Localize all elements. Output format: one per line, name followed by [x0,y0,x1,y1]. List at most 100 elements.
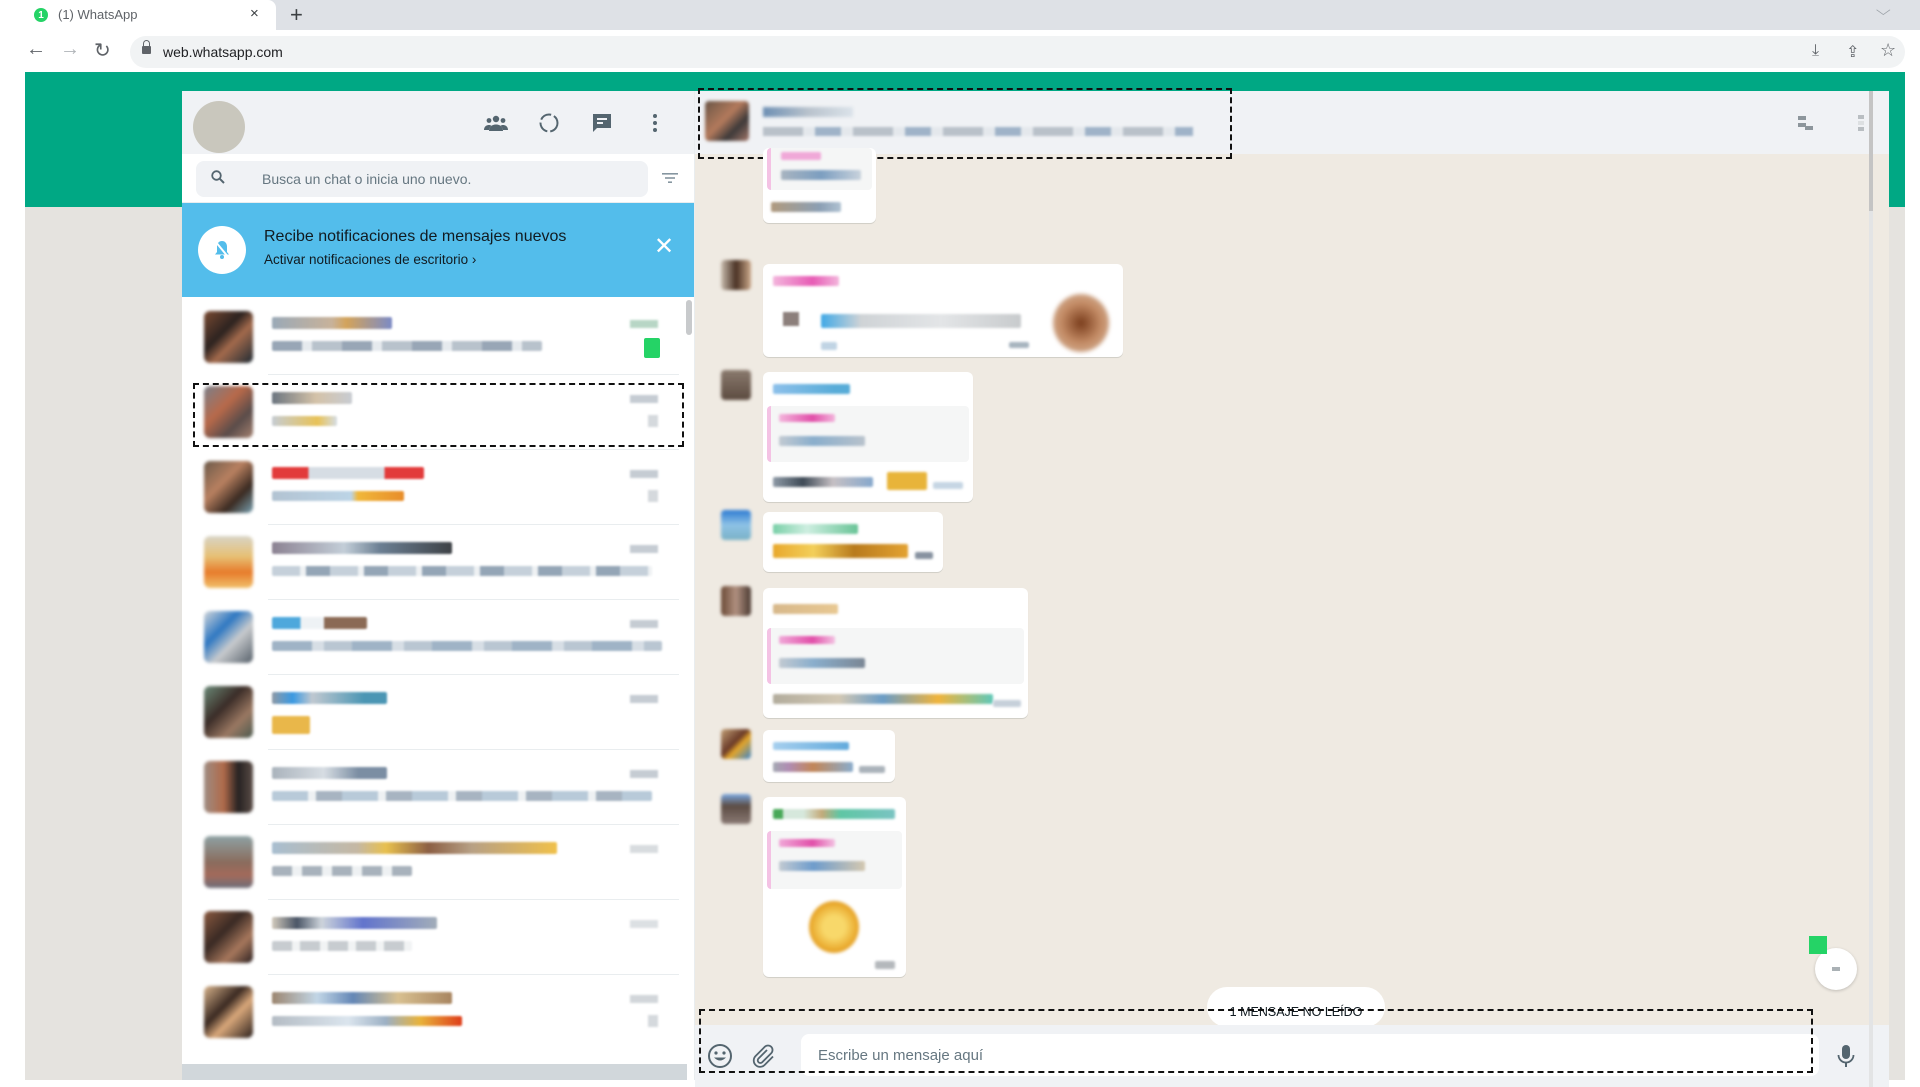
voice-sender-photo [1053,294,1109,352]
message-sender [773,742,849,750]
tab-close-icon[interactable]: × [250,5,259,22]
chat-avatar [204,911,253,963]
conversation-scrollbar-track[interactable] [1869,91,1873,1087]
search-messages-icon[interactable] [1795,111,1819,135]
chat-avatar [204,761,253,813]
chat-time [630,770,658,778]
chat-avatar [204,836,253,888]
attach-icon[interactable] [750,1043,776,1069]
chat-avatar [204,386,253,438]
whatsapp-favicon-icon: 1 [34,8,48,22]
forward-button[interactable]: → [60,38,80,61]
chat-list-item[interactable] [182,825,687,900]
sender-avatar [721,370,751,400]
back-button[interactable]: ← [26,38,46,61]
tab-title: (1) WhatsApp [58,7,138,22]
chat-list-item[interactable] [182,750,687,825]
sender-avatar [721,510,751,540]
chat-list-item[interactable] [182,600,687,675]
notification-title: Recibe notificaciones de mensajes nuevos [264,228,567,245]
sender-avatar [721,586,751,616]
voice-duration [821,342,837,350]
chat-name [272,392,352,404]
chat-list-item[interactable] [182,525,687,600]
status-icon[interactable] [535,109,563,137]
search-icon[interactable] [211,170,225,184]
microphone-icon[interactable] [1833,1043,1859,1069]
message-time [859,766,885,773]
header-green-band-right [1889,72,1905,207]
chat-avatar [204,986,253,1038]
chat-list-item[interactable] [182,375,687,450]
message-bubble[interactable] [763,512,943,572]
quoted-sender [779,636,835,644]
enable-desktop-notifications-link[interactable]: Activar notificaciones de escritorio › [264,252,476,267]
install-app-icon[interactable]: ⤓ [1812,42,1819,60]
share-icon[interactable]: ⇪ [1846,42,1859,62]
search-input[interactable] [262,163,632,195]
quoted-message [767,406,969,462]
message-time [1009,342,1029,348]
chat-avatar [204,611,253,663]
message-bubble[interactable] [763,797,906,977]
new-chat-icon[interactable] [588,109,616,137]
quoted-text [781,170,861,180]
message-bubble[interactable] [763,588,1028,718]
communities-icon[interactable] [482,109,510,137]
chat-list-item[interactable] [182,675,687,750]
message-sender [773,604,838,614]
chat-list-item[interactable] [182,300,687,375]
quoted-message [767,148,872,190]
message-sender [773,809,895,819]
contact-avatar[interactable] [705,101,749,141]
chat-name [272,917,437,929]
close-notification-icon[interactable]: ✕ [654,235,674,259]
tab-search-chevron-icon[interactable]: ⌵ [1876,2,1891,19]
chat-time [630,320,658,328]
sidebar-header [182,91,694,154]
chat-time [630,620,658,628]
scroll-unread-badge [1809,936,1827,954]
message-list [695,148,1889,1025]
voice-waveform[interactable] [821,314,1021,328]
quoted-sender [781,152,821,160]
message-sender [773,384,850,394]
unread-messages-indicator: 1 MENSAJE NO LEÍDO [1207,987,1385,1027]
message-bubble[interactable] [763,372,973,502]
reload-button[interactable]: ↻ [94,38,111,63]
chevron-down-icon [1832,967,1840,971]
filter-icon[interactable] [662,171,678,185]
voice-message-bubble[interactable] [763,264,1123,357]
chat-list-item[interactable] [182,450,687,525]
chat-list-item[interactable] [182,975,687,1045]
message-input[interactable] [801,1034,1819,1076]
chat-preview [272,941,412,951]
url-text[interactable]: web.whatsapp.com [163,44,283,60]
sticker-emoji[interactable] [809,901,859,953]
message-bubble[interactable] [763,730,895,782]
lock-icon [142,40,151,54]
conversation-header[interactable] [695,91,1889,154]
message-bubble[interactable] [763,148,876,223]
emoji-icon[interactable] [707,1043,733,1069]
conversation-scrollbar-thumb[interactable] [1869,91,1873,211]
chat-list-item[interactable] [182,900,687,975]
play-icon[interactable] [783,312,799,326]
browser-tab-whatsapp[interactable]: 1 (1) WhatsApp × [0,0,276,30]
chat-preview [272,791,652,801]
chat-preview [272,1016,462,1026]
message-sender [773,276,839,286]
contact-subtitle [763,127,1193,136]
message-text [773,544,908,558]
menu-icon[interactable] [641,109,669,137]
chat-preview [272,491,404,501]
chat-name [272,617,367,629]
bookmark-star-icon[interactable]: ☆ [1880,40,1896,61]
chat-status [648,415,658,427]
chat-name [272,542,452,554]
address-bar[interactable] [130,36,1905,68]
new-tab-button[interactable]: + [290,2,303,28]
profile-avatar[interactable] [193,101,245,153]
conversation-panel: 1 MENSAJE NO LEÍDO [695,88,1889,1087]
chat-list-scrollbar[interactable] [686,300,692,335]
